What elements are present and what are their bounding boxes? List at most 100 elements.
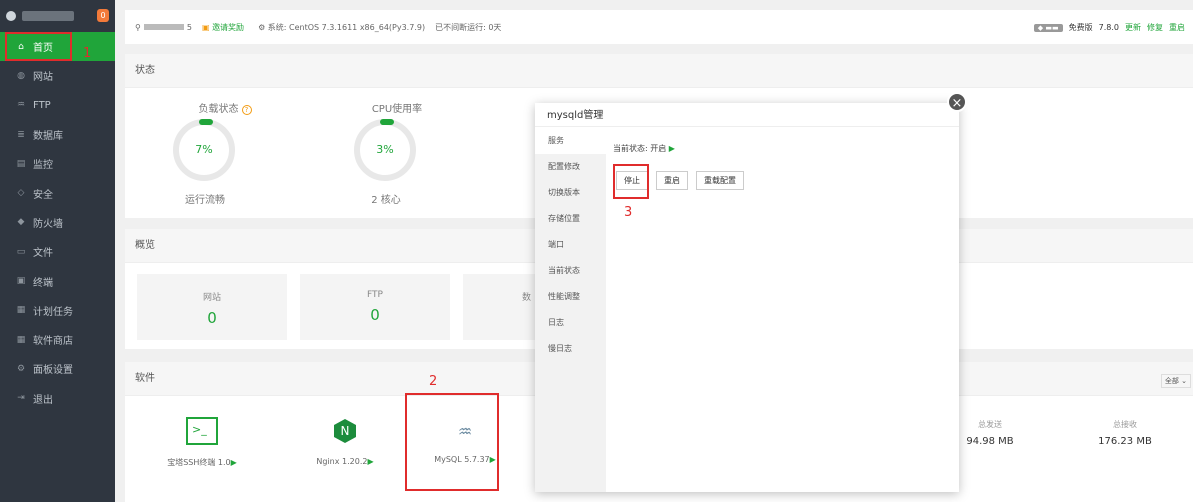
sidebar-item-8[interactable]: ▣ 终端 [0, 266, 115, 295]
sidebar-item-1[interactable]: ◍ 网站 [0, 61, 115, 90]
diamond-icon[interactable]: ◆ ▬▬ [1033, 23, 1063, 32]
shield-icon: ◇ [17, 188, 25, 199]
site-stat[interactable]: 网站 0 [137, 274, 287, 340]
gift-icon: ▣ [201, 22, 210, 32]
load-label-text: 负载状态 [198, 104, 239, 115]
sidebar-item-7[interactable]: ▭ 文件 [0, 237, 115, 266]
dialog-body: 当前状态: 开启 ▶ [613, 143, 675, 154]
ftp-stat[interactable]: FTP 0 [300, 274, 450, 340]
gear-icon: ⚙ [16, 363, 26, 374]
mysqld-manager-dialog: mysqld管理 服务 配置修改 切换版本 存储位置 端口 当前状态 性能调整 日志 慢日志 当… [535, 103, 959, 492]
sidebar-item-6[interactable]: ◆ 防火墙 [0, 208, 115, 237]
status-panel-title: 状态 [125, 54, 1193, 88]
sidebar-item-3[interactable]: ≣ 数据库 [0, 120, 115, 149]
load-gauge-arc [199, 119, 213, 125]
sidebar-item-5[interactable]: ◇ 安全 [0, 178, 115, 207]
sidebar: 0 ⌂ 首页 ◍ 网站 ♒ FTP ≣ 数据库 ▤ 监控 ◇ 安全 ◆ 防火墙 ▭ 文件 ▣ 终端 ▦ 计划任务 ▦ 软件… [0, 0, 115, 502]
database-stat-label: 数 [521, 293, 531, 303]
sidebar-item-10[interactable]: ▦ 软件商店 [0, 325, 115, 354]
annotation-box-home [5, 32, 72, 61]
sidebar-item-label: 网站 [33, 72, 53, 84]
nginx-name: Nginx 1.20.2 [316, 457, 368, 466]
restart-button[interactable]: 重启 [656, 171, 688, 190]
close-dialog-button[interactable]: × [947, 92, 967, 112]
software-item-nginx[interactable]: N Nginx 1.20.2▶ [290, 419, 400, 466]
database-icon: ≣ [17, 129, 25, 140]
system-info: ⚙ 系统: CentOS 7.3.1611 x86_64(Py3.7.9) [258, 22, 426, 32]
username-suffix: 5 [186, 22, 192, 32]
play-icon: ▶ [230, 458, 237, 467]
dialog-menu-item-7[interactable]: 日志 [535, 310, 606, 336]
dialog-menu-item-2[interactable]: 切换版本 [535, 180, 606, 206]
calendar-icon: ▦ [16, 305, 26, 316]
sidebar-header: 0 [0, 0, 115, 32]
annotation-number-2: 2 [429, 374, 438, 389]
system-info-text: 系统: CentOS 7.3.1611 x86_64(Py3.7.9) [267, 22, 426, 32]
monitor-icon: ▤ [16, 158, 26, 169]
nginx-icon: N [334, 419, 356, 443]
software-filter-value: 全部 [1164, 377, 1179, 385]
update-link[interactable]: 更新 [1125, 22, 1141, 33]
cpu-gauge-arc [380, 119, 394, 125]
dialog-menu-item-6[interactable]: 性能调整 [535, 284, 606, 310]
sidebar-item-label: 终端 [33, 277, 53, 289]
annotation-number-3: 3 [624, 205, 633, 220]
restart-link[interactable]: 重启 [1169, 22, 1185, 33]
blurred-hostname [22, 11, 74, 21]
sidebar-item-9[interactable]: ▦ 计划任务 [0, 296, 115, 325]
total-received-label: 总接收 [1113, 420, 1137, 429]
repair-link[interactable]: 修复 [1147, 22, 1163, 33]
dialog-title: mysqld管理 [535, 105, 959, 127]
version-info: ◆ ▬▬ 免费版 7.8.0 更新 修复 重启 [1033, 22, 1185, 33]
annotation-box-stop [613, 164, 649, 199]
ftp-stat-value: 0 [370, 306, 380, 324]
cpu-gauge[interactable]: 3% [354, 119, 416, 181]
load-status-text: 运行流畅 [185, 195, 225, 206]
sidebar-item-label: 文件 [33, 248, 53, 260]
sidebar-item-label: 软件商店 [33, 336, 73, 348]
play-icon: ▶ [367, 457, 374, 466]
cpu-cores-text: 2 核心 [371, 195, 401, 206]
dialog-menu-item-5[interactable]: 当前状态 [535, 258, 606, 284]
annotation-box-mysql [405, 393, 499, 491]
sidebar-item-label: FTP [33, 99, 51, 111]
sidebar-item-11[interactable]: ⚙ 面板设置 [0, 354, 115, 383]
reload-config-button[interactable]: 重载配置 [696, 171, 744, 190]
site-stat-label: 网站 [202, 293, 221, 303]
cpu-value: 3% [376, 143, 394, 156]
logout-icon: ⇥ [17, 393, 25, 404]
sidebar-item-label: 数据库 [33, 131, 63, 143]
total-received: 总接收 176.23 MB [1080, 419, 1170, 447]
sidebar-item-label: 安全 [33, 189, 53, 201]
running-play-icon: ▶ [668, 144, 675, 153]
help-icon[interactable]: ? [241, 105, 252, 115]
dialog-menu-item-0[interactable]: 服务 [535, 128, 606, 154]
cpu-label: CPU使用率 [371, 104, 423, 115]
software-filter-select[interactable]: 全部 ⌄ [1160, 374, 1191, 388]
invite-reward-link[interactable]: ▣ 邀请奖励 [202, 22, 244, 33]
total-received-value: 176.23 MB [1098, 436, 1152, 447]
ftp-stat-label: FTP [367, 290, 383, 300]
blurred-username [143, 24, 184, 30]
sidebar-nav: ⌂ 首页 ◍ 网站 ♒ FTP ≣ 数据库 ▤ 监控 ◇ 安全 ◆ 防火墙 ▭ 文件 ▣ 终端 ▦ 计划任务 ▦ 软件商店… [0, 32, 115, 413]
globe-icon: ◍ [17, 70, 25, 81]
service-status-text: 当前状态: 开启 [613, 144, 667, 153]
dialog-menu-item-4[interactable]: 端口 [535, 232, 606, 258]
top-info-bar: ⚲ 5 ▣ 邀请奖励 ⚙ 系统: CentOS 7.3.1611 x86_64(… [125, 10, 1193, 44]
edition-label: 免费版 [1068, 23, 1093, 32]
sidebar-item-2[interactable]: ♒ FTP [0, 91, 115, 120]
database-stat[interactable]: 数 [463, 274, 535, 340]
ftp-icon: ♒ [16, 100, 26, 111]
software-item-ssh[interactable]: >_ 宝塔SSH终端 1.0▶ [147, 417, 257, 468]
dialog-menu-item-1[interactable]: 配置修改 [535, 154, 606, 180]
dialog-menu-item-3[interactable]: 存储位置 [535, 206, 606, 232]
load-gauge[interactable]: 7% [173, 119, 235, 181]
folder-icon: ▭ [16, 246, 26, 257]
sidebar-item-12[interactable]: ⇥ 退出 [0, 384, 115, 413]
uptime-text: 已不间断运行: 0天 [435, 22, 502, 32]
notification-badge[interactable]: 0 [97, 9, 109, 22]
dialog-menu-item-8[interactable]: 慢日志 [535, 336, 606, 362]
firewall-icon: ◆ [17, 217, 25, 228]
sidebar-item-4[interactable]: ▤ 监控 [0, 149, 115, 178]
sidebar-item-label: 监控 [33, 160, 53, 172]
